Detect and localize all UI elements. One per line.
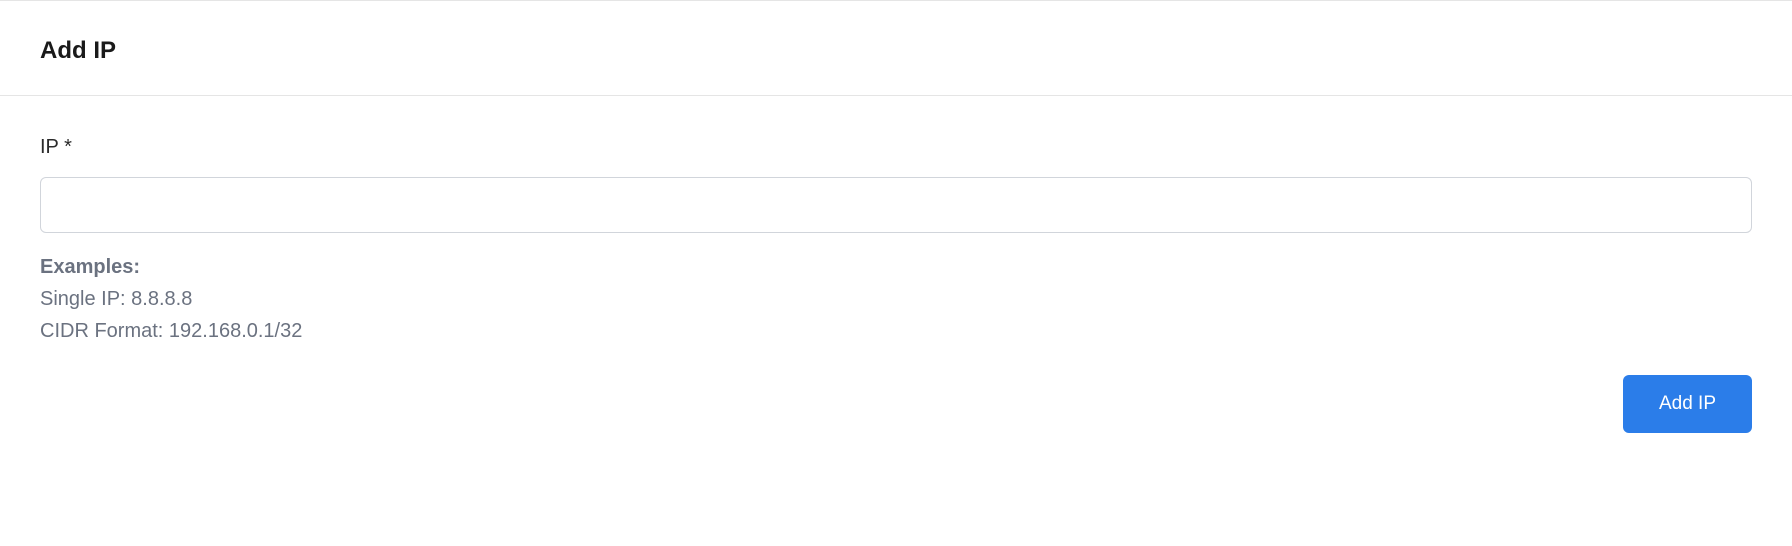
add-ip-button[interactable]: Add IP <box>1623 375 1752 433</box>
page-header: Add IP <box>0 0 1792 96</box>
ip-input[interactable] <box>40 177 1752 233</box>
button-row: Add IP <box>0 347 1792 473</box>
page-title: Add IP <box>40 37 1752 65</box>
form-content: IP * Examples: Single IP: 8.8.8.8 CIDR F… <box>0 96 1792 347</box>
ip-field-label: IP * <box>40 136 1752 159</box>
examples-heading: Examples: <box>40 251 1752 283</box>
example-cidr: CIDR Format: 192.168.0.1/32 <box>40 315 1752 347</box>
help-text-block: Examples: Single IP: 8.8.8.8 CIDR Format… <box>40 251 1752 347</box>
example-single-ip: Single IP: 8.8.8.8 <box>40 283 1752 315</box>
